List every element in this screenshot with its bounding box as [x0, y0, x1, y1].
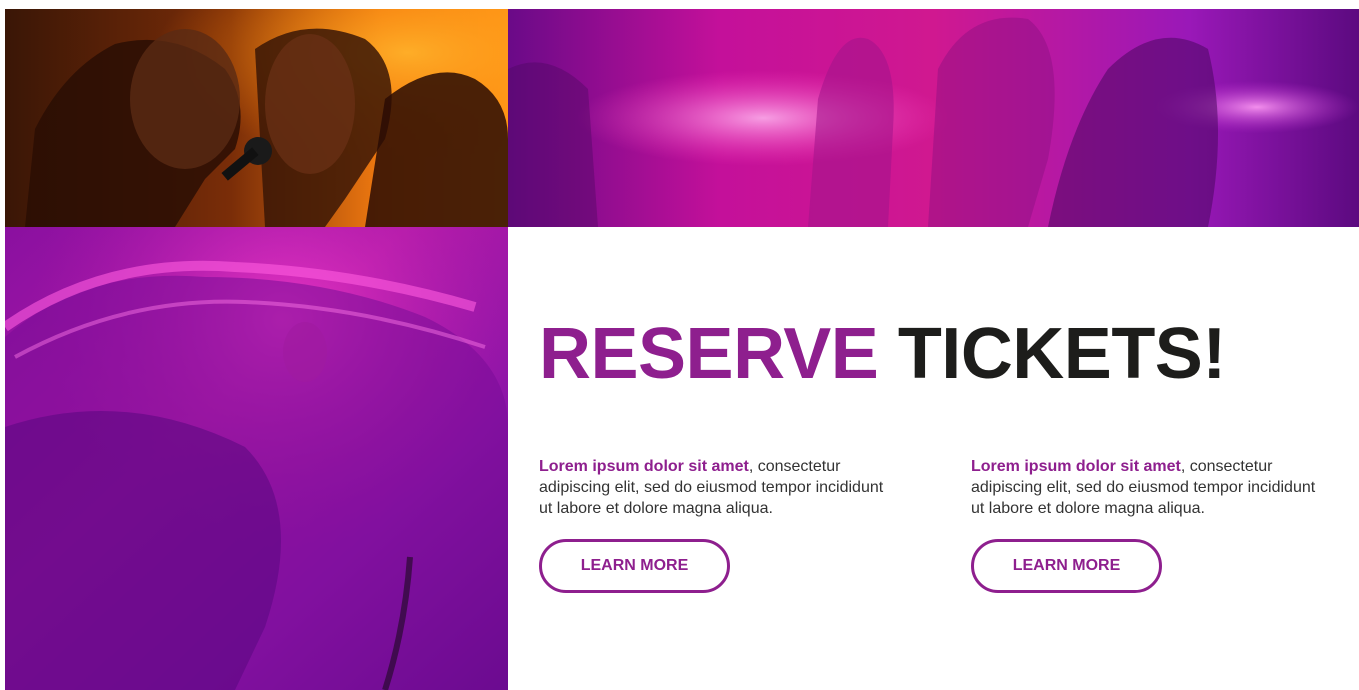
info-block-left: Lorem ipsum dolor sit amet, consectetur …	[539, 456, 899, 593]
crowd-photo-graphic	[508, 9, 1359, 227]
page: RESERVE TICKETS! Lorem ipsum dolor sit a…	[0, 0, 1359, 690]
page-title: RESERVE TICKETS!	[539, 312, 1226, 396]
title-rest: TICKETS!	[897, 314, 1226, 394]
info-lead-right: Lorem ipsum dolor sit amet	[971, 458, 1181, 475]
title-accent-word: RESERVE	[539, 314, 879, 394]
info-block-right: Lorem ipsum dolor sit amet, consectetur …	[971, 456, 1331, 593]
info-lead-left: Lorem ipsum dolor sit amet	[539, 458, 749, 475]
learn-more-button-right[interactable]: LEARN MORE	[971, 539, 1162, 593]
closeup-photo	[5, 227, 508, 690]
info-paragraph-right: Lorem ipsum dolor sit amet, consectetur …	[971, 456, 1331, 519]
info-paragraph-left: Lorem ipsum dolor sit amet, consectetur …	[539, 456, 899, 519]
singers-photo	[5, 9, 508, 227]
learn-more-button-left[interactable]: LEARN MORE	[539, 539, 730, 593]
singers-photo-graphic	[5, 9, 508, 227]
closeup-photo-graphic	[5, 227, 508, 690]
crowd-photo	[508, 9, 1359, 227]
